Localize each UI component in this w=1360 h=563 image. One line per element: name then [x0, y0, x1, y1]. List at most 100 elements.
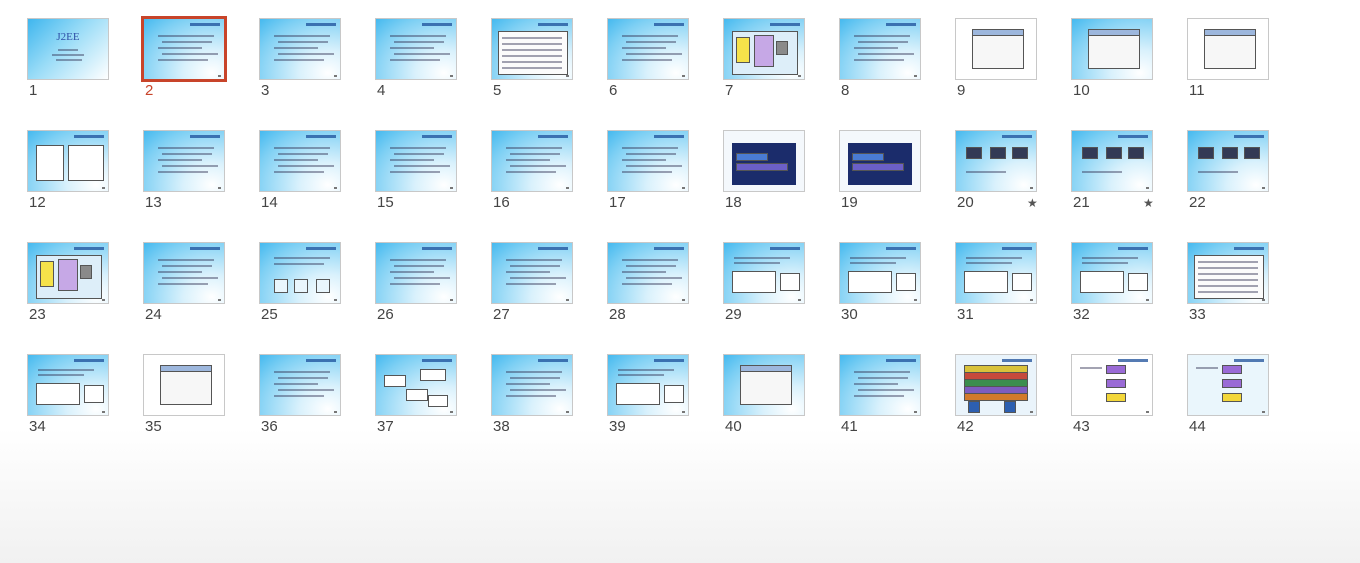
slide-thumbnail-29[interactable]: 29	[723, 242, 807, 323]
slide-thumbnail-13[interactable]: 13	[143, 130, 227, 211]
slide-heading	[190, 247, 220, 250]
slide-preview[interactable]	[1187, 242, 1269, 304]
slide-thumbnail-6[interactable]: 6	[607, 18, 691, 99]
slide-preview[interactable]	[491, 242, 573, 304]
slide-thumbnail-35[interactable]: 35	[143, 354, 227, 435]
slide-preview[interactable]	[723, 130, 805, 192]
slide-thumbnail-36[interactable]: 36	[259, 354, 343, 435]
slide-preview[interactable]	[143, 354, 225, 416]
slide-thumbnail-19[interactable]: 19	[839, 130, 923, 211]
slide-thumbnail-3[interactable]: 3	[259, 18, 343, 99]
slide-thumbnail-33[interactable]: 33	[1187, 242, 1271, 323]
slide-thumbnail-23[interactable]: 23	[27, 242, 111, 323]
slide-thumbnail-21[interactable]: 21 ★	[1071, 130, 1155, 211]
slide-thumbnail-1[interactable]: J2EE 1	[27, 18, 111, 99]
slide-preview[interactable]	[839, 130, 921, 192]
slide-thumbnail-11[interactable]: 11	[1187, 18, 1271, 99]
slide-preview[interactable]	[259, 18, 341, 80]
slide-thumbnail-40[interactable]: 40	[723, 354, 807, 435]
slide-thumbnail-20[interactable]: 20 ★	[955, 130, 1039, 211]
slide-thumbnail-9[interactable]: 9	[955, 18, 1039, 99]
slide-preview[interactable]	[1071, 354, 1153, 416]
slide-preview[interactable]	[607, 130, 689, 192]
slide-preview[interactable]	[1071, 242, 1153, 304]
slide-preview[interactable]	[1071, 130, 1153, 192]
slide-thumbnail-2[interactable]: 2	[141, 16, 227, 99]
text-line	[850, 262, 896, 264]
slide-thumbnail-28[interactable]: 28	[607, 242, 691, 323]
slide-thumbnail-39[interactable]: 39	[607, 354, 691, 435]
slide-preview[interactable]	[607, 354, 689, 416]
slide-preview[interactable]	[723, 18, 805, 80]
slide-preview[interactable]	[375, 242, 457, 304]
slide-preview[interactable]	[955, 18, 1037, 80]
slide-preview[interactable]	[955, 130, 1037, 192]
slide-preview[interactable]	[723, 242, 805, 304]
slide-preview[interactable]	[955, 242, 1037, 304]
slide-thumbnail-30[interactable]: 30	[839, 242, 923, 323]
computer-device	[1198, 147, 1214, 159]
slide-thumbnail-31[interactable]: 31	[955, 242, 1039, 323]
slide-thumbnail-38[interactable]: 38	[491, 354, 575, 435]
slide-preview[interactable]	[491, 130, 573, 192]
slide-thumbnail-17[interactable]: 17	[607, 130, 691, 211]
slide-thumbnail-32[interactable]: 32	[1071, 242, 1155, 323]
computer-device	[1244, 147, 1260, 159]
slide-number: 16	[493, 194, 510, 211]
slide-title-text: J2EE	[56, 31, 80, 43]
slide-thumbnail-5[interactable]: 5	[491, 18, 575, 99]
code-box	[84, 385, 104, 403]
slide-thumbnail-44[interactable]: 44	[1187, 354, 1271, 435]
slide-preview[interactable]	[375, 130, 457, 192]
slide-thumbnail-4[interactable]: 4	[375, 18, 459, 99]
slide-thumbnail-26[interactable]: 26	[375, 242, 459, 323]
slide-thumbnail-15[interactable]: 15	[375, 130, 459, 211]
slide-thumbnail-27[interactable]: 27	[491, 242, 575, 323]
slide-thumbnail-37[interactable]: 37	[375, 354, 459, 435]
slide-preview[interactable]	[27, 130, 109, 192]
slide-preview[interactable]	[607, 18, 689, 80]
slide-preview[interactable]	[259, 130, 341, 192]
slide-thumbnail-34[interactable]: 34	[27, 354, 111, 435]
slide-preview[interactable]	[1187, 18, 1269, 80]
slide-thumbnail-25[interactable]: 25	[259, 242, 343, 323]
slide-thumbnail-43[interactable]: 43	[1071, 354, 1155, 435]
slide-preview[interactable]: J2EE	[27, 18, 109, 80]
code-box	[964, 271, 1008, 293]
slide-preview[interactable]	[375, 354, 457, 416]
slide-thumbnail-7[interactable]: 7	[723, 18, 807, 99]
slide-preview[interactable]	[607, 242, 689, 304]
slide-preview[interactable]	[1187, 130, 1269, 192]
animation-star-icon[interactable]: ★	[1027, 196, 1038, 210]
slide-preview[interactable]	[143, 130, 225, 192]
slide-thumbnail-12[interactable]: 12	[27, 130, 111, 211]
slide-preview[interactable]	[839, 18, 921, 80]
slide-preview[interactable]	[491, 18, 573, 80]
slide-preview[interactable]	[143, 242, 225, 304]
slide-preview[interactable]	[1187, 354, 1269, 416]
text-line	[734, 257, 790, 259]
slide-thumbnail-8[interactable]: 8	[839, 18, 923, 99]
slide-preview[interactable]	[723, 354, 805, 416]
slide-preview[interactable]	[259, 242, 341, 304]
slide-preview[interactable]	[259, 354, 341, 416]
slide-preview[interactable]	[27, 242, 109, 304]
slide-thumbnail-14[interactable]: 14	[259, 130, 343, 211]
slide-thumbnail-10[interactable]: 10	[1071, 18, 1155, 99]
animation-star-icon[interactable]: ★	[1143, 196, 1154, 210]
slide-thumbnail-22[interactable]: 22	[1187, 130, 1271, 211]
slide-preview[interactable]	[141, 16, 227, 82]
slide-thumbnail-42[interactable]: 42	[955, 354, 1039, 435]
slide-thumbnail-16[interactable]: 16	[491, 130, 575, 211]
slide-preview[interactable]	[839, 242, 921, 304]
slide-preview[interactable]	[27, 354, 109, 416]
text-line	[278, 41, 328, 43]
slide-preview[interactable]	[375, 18, 457, 80]
slide-thumbnail-18[interactable]: 18	[723, 130, 807, 211]
slide-preview[interactable]	[491, 354, 573, 416]
slide-preview[interactable]	[839, 354, 921, 416]
slide-thumbnail-24[interactable]: 24	[143, 242, 227, 323]
slide-preview[interactable]	[1071, 18, 1153, 80]
slide-thumbnail-41[interactable]: 41	[839, 354, 923, 435]
slide-preview[interactable]	[955, 354, 1037, 416]
